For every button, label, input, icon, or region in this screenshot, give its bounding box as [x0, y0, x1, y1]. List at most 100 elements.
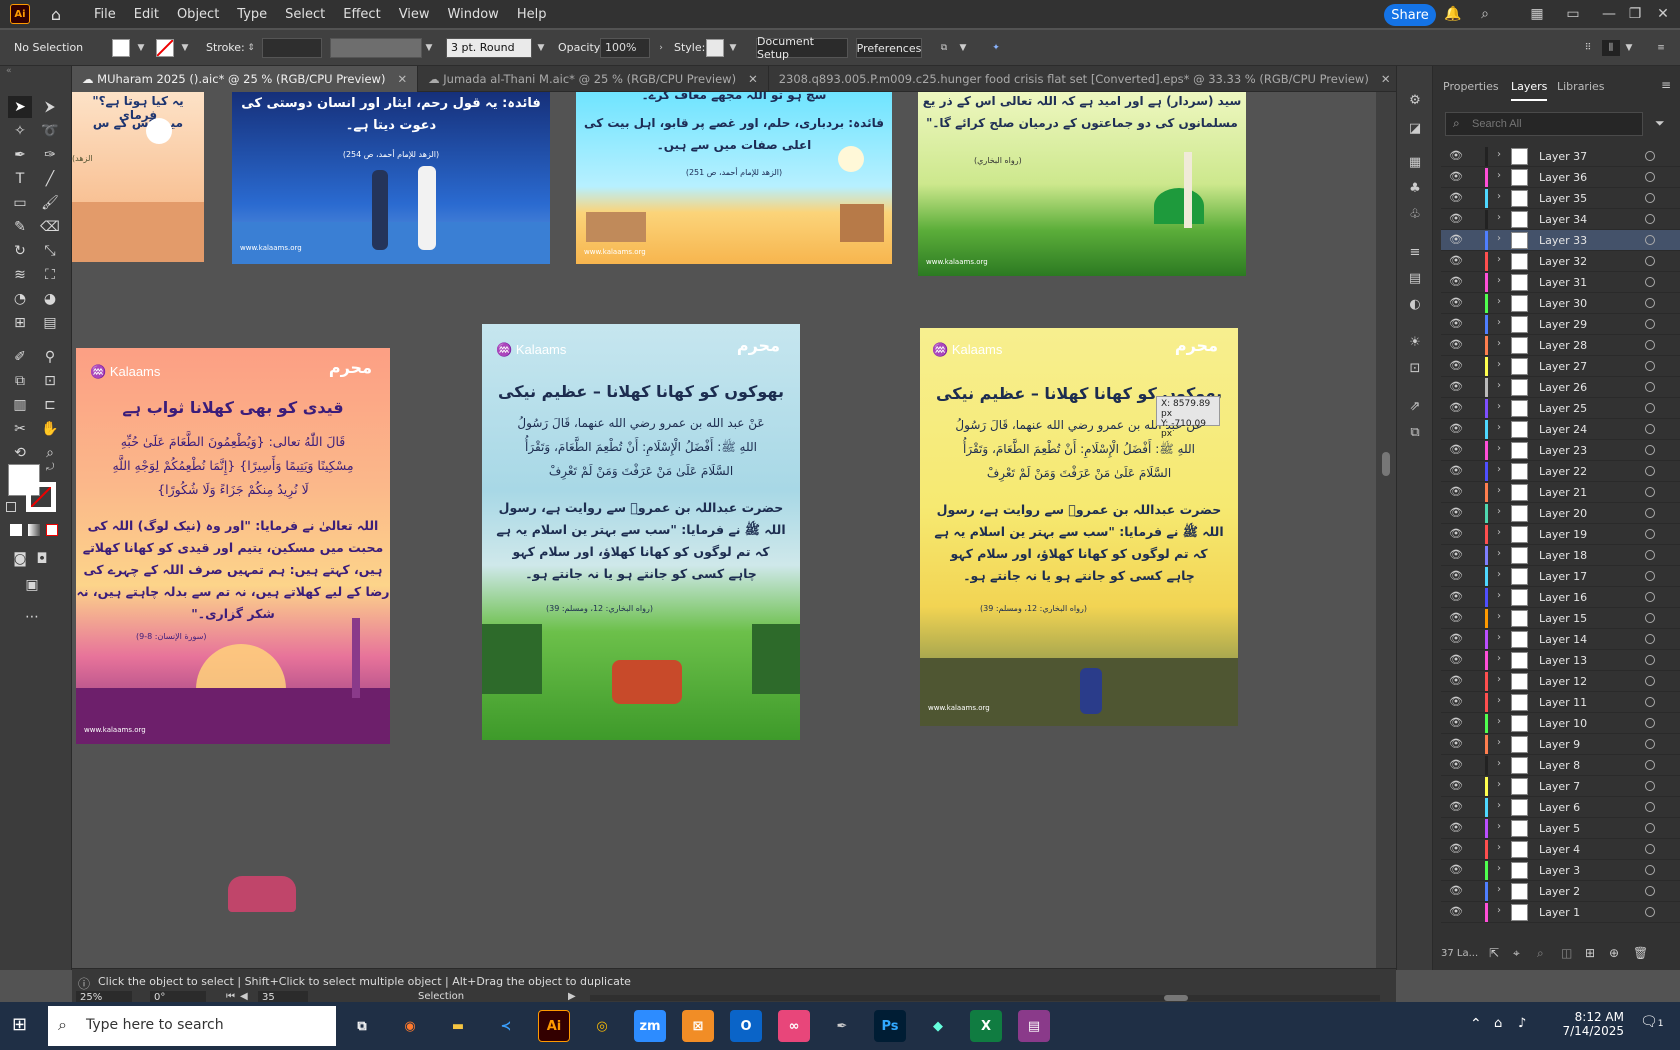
new-layer-icon[interactable]: ⊕ — [1609, 946, 1619, 960]
menu-icon[interactable]: ≡ — [1654, 40, 1668, 56]
network-icon[interactable]: ⌂ — [1494, 1016, 1502, 1031]
target-icon[interactable] — [1645, 256, 1655, 266]
document-setup-button[interactable]: Document Setup — [756, 35, 848, 61]
target-icon[interactable] — [1645, 886, 1655, 896]
fill-swatch[interactable] — [112, 39, 130, 57]
home-icon[interactable]: ⌂ — [46, 4, 66, 24]
visibility-eye-icon[interactable]: 👁 — [1449, 401, 1463, 415]
layer-row[interactable]: 👁 › Layer 16 — [1441, 587, 1680, 608]
layer-row[interactable]: 👁 › Layer 18 — [1441, 545, 1680, 566]
layer-row[interactable]: 👁 › Layer 27 — [1441, 356, 1680, 377]
visibility-eye-icon[interactable]: 👁 — [1449, 653, 1463, 667]
target-icon[interactable] — [1645, 319, 1655, 329]
panel-toggle-icon[interactable]: ▭ — [1562, 4, 1584, 24]
color-guide-icon[interactable]: ☀ — [1405, 332, 1425, 352]
vertical-scrollbar[interactable] — [1376, 92, 1396, 968]
visibility-eye-icon[interactable]: 👁 — [1449, 611, 1463, 625]
menu-type[interactable]: Type — [237, 7, 267, 22]
target-icon[interactable] — [1645, 718, 1655, 728]
style-swatch[interactable] — [706, 39, 724, 57]
visibility-eye-icon[interactable]: 👁 — [1449, 212, 1463, 226]
tab-layers[interactable]: Layers — [1511, 80, 1548, 101]
close-icon[interactable]: ✕ — [1652, 4, 1674, 24]
artboard-1[interactable]: یہ کیا ہوتا ہے؟" فرمای میں کس کے س (الزه… — [72, 92, 204, 262]
target-icon[interactable] — [1645, 676, 1655, 686]
target-icon[interactable] — [1645, 172, 1655, 182]
eraser-icon[interactable]: ⌫ — [38, 216, 62, 238]
stroke-stepper-icon[interactable]: ⇕ — [246, 40, 256, 56]
live-paint-icon[interactable]: ◕ — [38, 288, 62, 310]
align-icon[interactable]: ⫼ — [1602, 40, 1620, 56]
expand-chevron-icon[interactable]: › — [1497, 842, 1501, 853]
chevron-down-icon[interactable]: ▼ — [536, 40, 546, 56]
gradient-panel-icon[interactable]: ▤ — [1405, 268, 1425, 288]
curvature-tool-icon[interactable]: ✑ — [38, 144, 62, 166]
target-icon[interactable] — [1645, 739, 1655, 749]
gradient-mode-icon[interactable] — [28, 524, 40, 536]
visibility-eye-icon[interactable]: 👁 — [1449, 506, 1463, 520]
layer-row[interactable]: 👁 › Layer 8 — [1441, 755, 1680, 776]
visibility-eye-icon[interactable]: 👁 — [1449, 149, 1463, 163]
puppet-warp-icon[interactable]: ✦ — [988, 40, 1004, 56]
expand-chevron-icon[interactable]: › — [1497, 296, 1501, 307]
layer-row[interactable]: 👁 › Layer 36 — [1441, 167, 1680, 188]
layer-row[interactable]: 👁 › Layer 1 — [1441, 902, 1680, 923]
collect-export-icon[interactable]: ⇱ — [1489, 946, 1499, 960]
visibility-eye-icon[interactable]: 👁 — [1449, 884, 1463, 898]
scroll-thumb[interactable] — [1382, 452, 1390, 476]
clubs-icon[interactable]: ♧ — [1405, 204, 1425, 224]
expand-chevron-icon[interactable]: › — [1497, 527, 1501, 538]
expand-chevron-icon[interactable]: › — [1497, 422, 1501, 433]
chevron-right-icon[interactable]: › — [656, 40, 666, 56]
artboard-4[interactable]: سید (سردار) ہے اور امید ہے کہ اللہ تعالی… — [918, 92, 1246, 276]
scale-tool-icon[interactable]: ⤡ — [38, 240, 62, 262]
arrange-icon[interactable]: ⧉ — [936, 40, 952, 56]
layer-row[interactable]: 👁 › Layer 28 — [1441, 335, 1680, 356]
brushes-icon[interactable]: ◪ — [1405, 118, 1425, 138]
photoshop-icon[interactable]: Ps — [874, 1010, 906, 1042]
expand-chevron-icon[interactable]: › — [1497, 716, 1501, 727]
windows-start-icon[interactable]: ⊞ — [12, 1014, 34, 1036]
expand-chevron-icon[interactable]: › — [1497, 611, 1501, 622]
menu-edit[interactable]: Edit — [134, 7, 159, 22]
rotate-view-icon[interactable]: ⟲ — [8, 442, 32, 464]
visibility-eye-icon[interactable]: 👁 — [1449, 275, 1463, 289]
expand-chevron-icon[interactable]: › — [1497, 590, 1501, 601]
expand-chevron-icon[interactable]: › — [1497, 653, 1501, 664]
target-icon[interactable] — [1645, 529, 1655, 539]
layer-row[interactable]: 👁 › Layer 37 — [1441, 146, 1680, 167]
volume-icon[interactable]: ♪ — [1518, 1016, 1526, 1031]
layer-row[interactable]: 👁 › Layer 4 — [1441, 839, 1680, 860]
target-icon[interactable] — [1645, 844, 1655, 854]
expand-chevron-icon[interactable]: › — [1497, 737, 1501, 748]
transparency-icon[interactable]: ◐ — [1405, 294, 1425, 314]
visibility-eye-icon[interactable]: 👁 — [1449, 338, 1463, 352]
next-icon[interactable]: ▶ — [568, 991, 576, 1002]
artboard-tool-icon[interactable]: ⊏ — [38, 394, 62, 416]
expand-chevron-icon[interactable]: › — [1497, 443, 1501, 454]
graph-tool-icon[interactable]: ▥ — [8, 394, 32, 416]
visibility-eye-icon[interactable]: 👁 — [1449, 842, 1463, 856]
tab-properties[interactable]: Properties — [1443, 80, 1499, 93]
layer-row[interactable]: 👁 › Layer 12 — [1441, 671, 1680, 692]
layer-row[interactable]: 👁 › Layer 14 — [1441, 629, 1680, 650]
chevron-down-icon[interactable]: ▼ — [1624, 40, 1634, 56]
layer-row[interactable]: 👁 › Layer 26 — [1441, 377, 1680, 398]
search-icon[interactable]: ⌕ — [1474, 4, 1496, 24]
lasso-icon[interactable]: ➰ — [38, 120, 62, 142]
expand-chevron-icon[interactable]: › — [1497, 569, 1501, 580]
shape-builder-icon[interactable]: ◔ — [8, 288, 32, 310]
pen-app-icon[interactable]: ✒ — [826, 1010, 858, 1042]
layer-row[interactable]: 👁 › Layer 5 — [1441, 818, 1680, 839]
artboard-2[interactable]: فائدہ: یہ قول رحم، ایثار اور انسان دوستی… — [232, 92, 550, 264]
layer-row[interactable]: 👁 › Layer 21 — [1441, 482, 1680, 503]
layer-row[interactable]: 👁 › Layer 20 — [1441, 503, 1680, 524]
stroke-color-swatch[interactable] — [26, 482, 56, 512]
visibility-eye-icon[interactable]: 👁 — [1449, 464, 1463, 478]
target-icon[interactable] — [1645, 361, 1655, 371]
bell-icon[interactable]: 🔔 — [1442, 4, 1464, 24]
winrar-icon[interactable]: ▤ — [1018, 1010, 1050, 1042]
visibility-eye-icon[interactable]: 👁 — [1449, 254, 1463, 268]
layer-row[interactable]: 👁 › Layer 29 — [1441, 314, 1680, 335]
app-icon[interactable]: ◆ — [922, 1010, 954, 1042]
